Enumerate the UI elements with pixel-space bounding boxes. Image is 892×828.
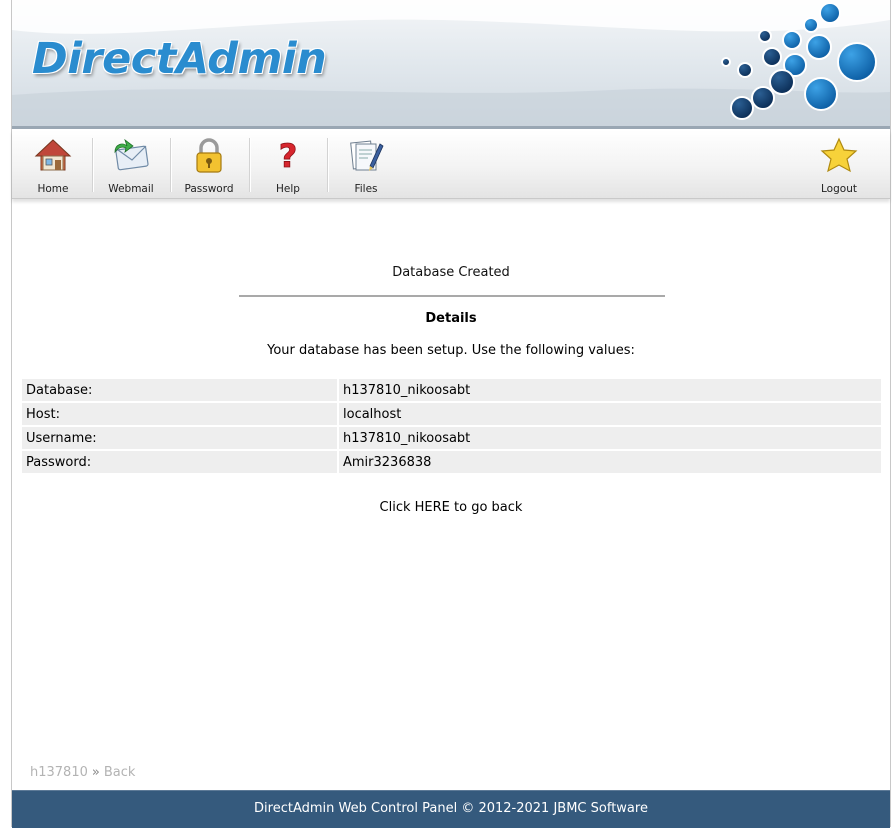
star-icon — [820, 137, 858, 173]
row-key: Password: — [22, 451, 339, 473]
database-values-table: Database: h137810_nikoosabt Host: localh… — [22, 377, 881, 475]
breadcrumb-separator: » — [91, 765, 100, 780]
mail-icon — [114, 138, 149, 171]
toolbar-logout-label: Logout — [821, 183, 857, 195]
page-frame: DirectAdmin Home Webmail Password ? Help… — [12, 0, 890, 828]
details-heading: Details — [425, 311, 477, 326]
table-row: Database: h137810_nikoosabt — [22, 379, 881, 401]
row-value: localhost — [339, 403, 881, 425]
divider — [239, 295, 665, 297]
question-mark-icon: ? — [278, 137, 298, 176]
toolbar-home-button[interactable]: Home — [14, 134, 92, 196]
toolbar-help-button[interactable]: ? Help — [249, 134, 327, 196]
toolbar-webmail-label: Webmail — [108, 183, 154, 195]
footer: DirectAdmin Web Control Panel © 2012-202… — [12, 790, 890, 828]
row-key: Database: — [22, 379, 339, 401]
breadcrumb-back[interactable]: Back — [104, 765, 136, 780]
toolbar-home-label: Home — [37, 183, 69, 195]
header-banner: DirectAdmin — [12, 0, 890, 129]
go-back-link[interactable]: Click HERE to go back — [380, 500, 523, 515]
row-value: Amir3236838 — [339, 451, 881, 473]
table-row: Username: h137810_nikoosabt — [22, 427, 881, 449]
logo-dots-graphic — [721, 2, 877, 120]
go-back-container: Click HERE to go back — [12, 500, 890, 515]
row-key: Host: — [22, 403, 339, 425]
toolbar-logout-button[interactable]: Logout — [800, 134, 878, 196]
table-row: Password: Amir3236838 — [22, 451, 881, 473]
row-key: Username: — [22, 427, 339, 449]
padlock-icon — [196, 138, 222, 173]
toolbar-webmail-button[interactable]: Webmail — [92, 134, 170, 196]
row-value: h137810_nikoosabt — [339, 427, 881, 449]
toolbar-password-label: Password — [184, 183, 234, 195]
toolbar-help-label: Help — [276, 183, 300, 195]
table-row: Host: localhost — [22, 403, 881, 425]
toolbar-files-label: Files — [354, 183, 378, 195]
files-icon — [350, 140, 384, 171]
directadmin-logo[interactable]: DirectAdmin — [32, 34, 327, 84]
status-title: Database Created — [392, 265, 510, 280]
breadcrumb: h137810» Back — [30, 765, 135, 780]
breadcrumb-user[interactable]: h137810 — [30, 765, 88, 780]
toolbar-password-button[interactable]: Password — [170, 134, 248, 196]
toolbar-files-button[interactable]: Files — [327, 134, 405, 196]
main-toolbar: Home Webmail Password ? Help Files Logou… — [12, 130, 890, 199]
svg-text:?: ? — [279, 137, 298, 175]
header-divider — [12, 126, 890, 129]
house-icon — [34, 139, 72, 171]
row-value: h137810_nikoosabt — [339, 379, 881, 401]
setup-message: Your database has been setup. Use the fo… — [267, 343, 635, 358]
